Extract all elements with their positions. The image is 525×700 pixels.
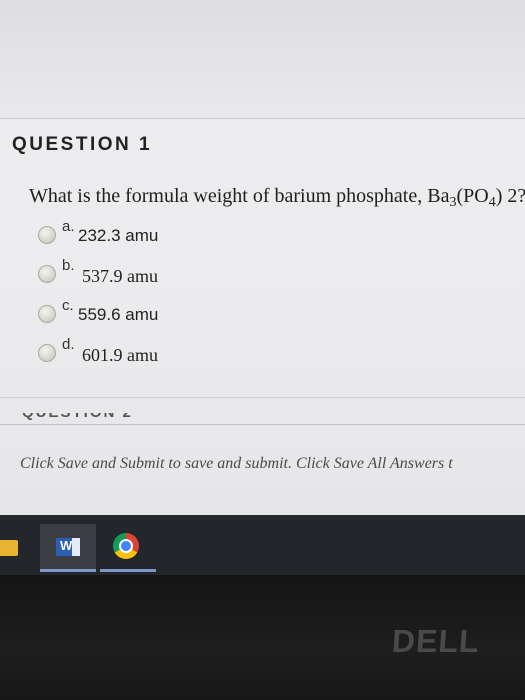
radio-button-a[interactable] xyxy=(38,226,56,244)
option-d-letter: d. xyxy=(62,336,75,353)
word-icon-page xyxy=(72,538,80,556)
option-b-letter: b. xyxy=(62,257,75,274)
question-separator xyxy=(0,397,525,398)
word-icon-letter: W xyxy=(60,538,73,553)
question-text: What is the formula weight of barium pho… xyxy=(29,185,525,211)
option-c-letter: c. xyxy=(62,297,74,314)
radio-button-c[interactable] xyxy=(38,305,56,323)
chrome-active-indicator xyxy=(100,569,156,572)
option-a-answer: 232.3 amu xyxy=(78,226,159,245)
word-active-indicator xyxy=(40,569,96,572)
option-b-answer: 537.9 amu xyxy=(82,266,158,286)
formula-end: ) 2? xyxy=(495,185,525,207)
question-header: QUESTION 1 xyxy=(12,134,153,155)
question-divider xyxy=(0,118,525,119)
option-a[interactable]: a. 232.3 amu xyxy=(38,218,338,252)
footer-divider xyxy=(0,424,525,425)
formula-subscript-4: 4 xyxy=(488,195,496,210)
page-top-area xyxy=(0,0,525,118)
file-explorer-icon[interactable] xyxy=(0,540,18,556)
browser-page: QUESTION 1 What is the formula weight of… xyxy=(0,0,525,515)
next-question-header-text: QUESTION 2 xyxy=(22,413,133,422)
radio-button-b[interactable] xyxy=(38,265,56,283)
formula-po: (PO xyxy=(456,185,489,207)
dell-logo: DELL xyxy=(390,623,481,659)
option-d-answer: 601.9 amu xyxy=(82,345,158,365)
chrome-icon-center xyxy=(119,539,133,553)
option-b[interactable]: b. 537.9 amu xyxy=(38,257,338,291)
option-c[interactable]: c. 559.6 amu xyxy=(38,297,338,331)
option-d[interactable]: d. 601.9 amu xyxy=(38,336,338,370)
question-text-main: What is the formula weight of barium pho… xyxy=(29,185,450,207)
next-question-header-partial: QUESTION 2 xyxy=(22,413,133,422)
option-a-letter: a. xyxy=(62,218,75,235)
save-submit-instructions: Click Save and Submit to save and submit… xyxy=(20,455,453,472)
radio-button-d[interactable] xyxy=(38,344,56,362)
option-c-answer: 559.6 amu xyxy=(78,305,159,324)
